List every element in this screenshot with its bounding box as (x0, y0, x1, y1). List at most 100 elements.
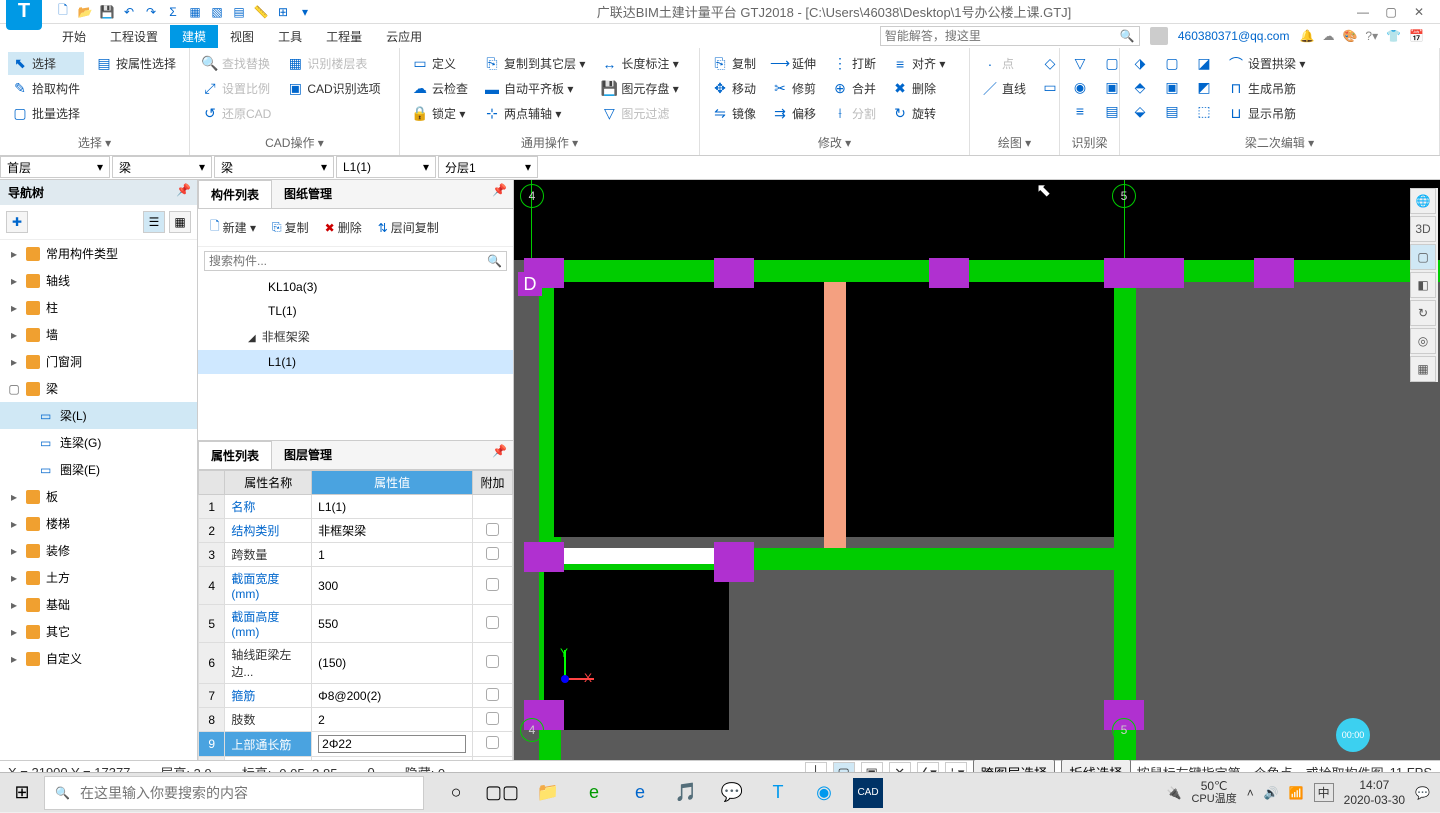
rec-beam-ic1[interactable]: ▽ (1068, 52, 1092, 74)
tab-layer-manage[interactable]: 图层管理 (272, 441, 344, 469)
view-globe-icon[interactable]: 🌐 (1410, 188, 1436, 214)
property-row[interactable]: 2结构类别非框架梁 (199, 519, 513, 543)
explorer-icon[interactable]: 📁 (526, 773, 570, 813)
delete-button[interactable]: ✖删除 (888, 77, 949, 100)
nav-item-11[interactable]: ▸其它 (0, 618, 197, 645)
nav-item-4[interactable]: ▸门窗洞 (0, 348, 197, 375)
pick-member-button[interactable]: ✎拾取构件 (8, 77, 84, 100)
beam2-ic4[interactable]: ▢ (1160, 52, 1184, 74)
smart-search-input[interactable] (885, 29, 1120, 43)
generate-stirrup-button[interactable]: ⊓生成吊筋 (1224, 77, 1309, 100)
attach-checkbox[interactable] (486, 688, 499, 701)
select-by-property-button[interactable]: ▤按属性选择 (92, 52, 180, 75)
beam2-ic3[interactable]: ⬙ (1128, 100, 1152, 122)
beam2-ic6[interactable]: ▤ (1160, 100, 1184, 122)
menu-view[interactable]: 视图 (218, 25, 266, 48)
qat-save-icon[interactable]: 💾 (98, 3, 116, 21)
skin-icon[interactable]: 🎨 (1342, 29, 1357, 43)
break-button[interactable]: ⋮打断 (828, 52, 880, 75)
nav-item-6[interactable]: ▸板 (0, 483, 197, 510)
lock-button[interactable]: 🔒锁定 ▾ (408, 102, 472, 125)
property-row[interactable]: 10下部通长筋 (199, 757, 513, 761)
view-3d-icon[interactable]: 3D (1410, 216, 1436, 242)
qat-redo-icon[interactable]: ↷ (142, 3, 160, 21)
beam2-ic5[interactable]: ▣ (1160, 76, 1184, 98)
element-save-button[interactable]: 💾图元存盘 ▾ (597, 77, 682, 100)
windows-search[interactable]: 🔍 (44, 776, 424, 810)
rec-beam-ic2[interactable]: ◉ (1068, 76, 1092, 98)
component-item-selected[interactable]: L1(1) (198, 350, 513, 374)
cloud-check-button[interactable]: ☁云检查 (408, 77, 472, 100)
nav-item-0[interactable]: ▸常用构件类型 (0, 240, 197, 267)
property-row[interactable]: 1名称L1(1) (199, 495, 513, 519)
nav-item-7[interactable]: ▸楼梯 (0, 510, 197, 537)
nav-grid-view-button[interactable]: ▦ (169, 211, 191, 233)
cad-recognition-options-button[interactable]: ▣CAD识别选项 (283, 77, 384, 100)
beam2-ic8[interactable]: ◩ (1192, 76, 1216, 98)
group-select-label[interactable]: 选择 ▾ (8, 131, 181, 151)
move-button[interactable]: ✥移动 (708, 77, 760, 100)
beam2-ic7[interactable]: ◪ (1192, 52, 1216, 74)
cad-icon[interactable]: CAD (853, 778, 883, 808)
beam2-ic9[interactable]: ⬚ (1192, 100, 1216, 122)
property-row[interactable]: 8肢数2 (199, 708, 513, 732)
recording-indicator[interactable]: 00:00 (1336, 718, 1370, 752)
property-row[interactable]: 7箍筋Φ8@200(2) (199, 684, 513, 708)
attach-checkbox[interactable] (486, 712, 499, 725)
edge-icon[interactable]: e (618, 773, 662, 813)
menu-quantity[interactable]: 工程量 (314, 25, 374, 48)
tray-ime[interactable]: 中 (1314, 783, 1334, 802)
qat-more-icon[interactable]: ▾ (296, 3, 314, 21)
user-account[interactable]: 460380371@qq.com (1178, 29, 1290, 43)
qat-tool1-icon[interactable]: ▦ (186, 3, 204, 21)
attach-checkbox[interactable] (486, 547, 499, 560)
tray-notification-icon[interactable]: 💬 (1415, 786, 1430, 800)
nav-item-1[interactable]: ▸轴线 (0, 267, 197, 294)
draw-ic2[interactable]: ▭ (1038, 76, 1062, 98)
beam2-ic2[interactable]: ⬘ (1128, 76, 1152, 98)
smart-search[interactable]: 🔍 (880, 26, 1140, 46)
user-avatar-icon[interactable] (1150, 27, 1168, 45)
property-row[interactable]: 4截面宽度(mm)300 (199, 567, 513, 605)
browser-icon[interactable]: e (572, 773, 616, 813)
qat-new-icon[interactable]: 🗋 (54, 3, 72, 21)
mirror-button[interactable]: ⇋镜像 (708, 102, 760, 125)
view-rotate-icon[interactable]: ↻ (1410, 300, 1436, 326)
nav-sub-2[interactable]: ▭圈梁(E) (0, 456, 197, 483)
cortana-icon[interactable]: ○ (434, 773, 478, 813)
tray-time[interactable]: 14:07 (1344, 778, 1405, 792)
calendar-icon[interactable]: 📅 (1409, 29, 1424, 43)
shirt-icon[interactable]: 👕 (1386, 29, 1401, 43)
select-button[interactable]: ⬉选择 (8, 52, 84, 75)
tab-drawing-manage[interactable]: 图纸管理 (272, 180, 344, 208)
property-row[interactable]: 5截面高度(mm)550 (199, 605, 513, 643)
define-button[interactable]: ▭定义 (408, 52, 472, 75)
component-search[interactable]: 🔍 (204, 251, 507, 271)
windows-search-input[interactable] (80, 785, 413, 801)
type-select[interactable]: 梁▾ (214, 156, 334, 178)
view-dynamic-icon[interactable]: ◎ (1410, 328, 1436, 354)
component-group[interactable]: 非框架梁 (198, 323, 513, 350)
nav-add-button[interactable]: ✚ (6, 211, 28, 233)
property-value-input[interactable] (318, 735, 466, 753)
line-button[interactable]: ／直线 (978, 77, 1030, 100)
windows-start-button[interactable]: ⊞ (0, 773, 44, 813)
component-search-input[interactable] (209, 254, 487, 268)
notification-icon[interactable]: 🔔 (1299, 29, 1314, 43)
nav-sub-0[interactable]: ▭梁(L) (0, 402, 197, 429)
set-arch-beam-button[interactable]: ⌒设置拱梁 ▾ (1224, 52, 1309, 75)
group-common-label[interactable]: 通用操作 ▾ (408, 131, 691, 151)
component-item[interactable]: KL10a(3) (198, 275, 513, 299)
layer-select[interactable]: 分层1▾ (438, 156, 538, 178)
group-recognize-beam-label[interactable]: 识别梁 (1068, 131, 1111, 151)
nav-item-12[interactable]: ▸自定义 (0, 645, 197, 672)
music-icon[interactable]: 🎵 (664, 773, 708, 813)
floor-select[interactable]: 首层▾ (0, 156, 110, 178)
app-t-icon[interactable]: T (756, 773, 800, 813)
property-row[interactable]: 9上部通长筋 (199, 732, 513, 757)
group-modify-label[interactable]: 修改 ▾ (708, 131, 961, 151)
nav-item-5[interactable]: ▢梁 (0, 375, 197, 402)
component-item[interactable]: TL(1) (198, 299, 513, 323)
task-view-icon[interactable]: ▢▢ (480, 773, 524, 813)
member-select[interactable]: L1(1)▾ (336, 156, 436, 178)
